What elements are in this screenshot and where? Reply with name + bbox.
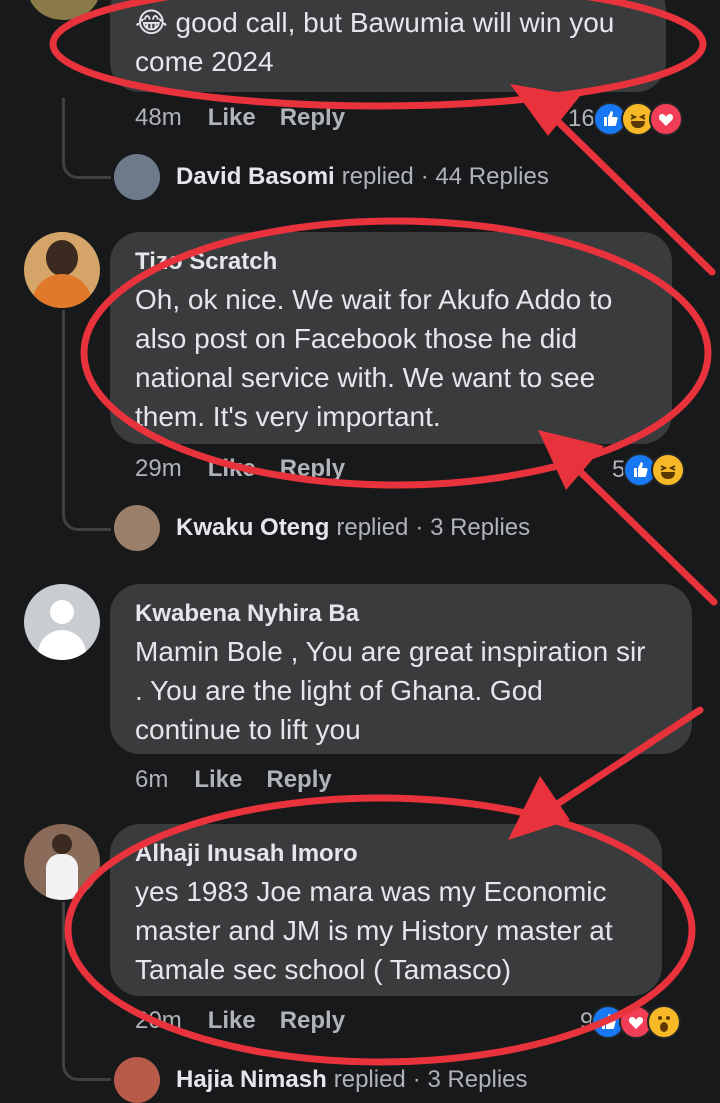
comment-meta-3: 6m Like Reply [135, 766, 356, 794]
avatar [114, 154, 160, 200]
avatar[interactable] [28, 0, 100, 20]
reaction-summary[interactable]: 16 [568, 102, 683, 136]
reply-button[interactable]: Reply [280, 104, 345, 131]
like-button[interactable]: Like [194, 766, 242, 793]
avatar[interactable] [24, 232, 100, 308]
comment-meta-2: 29m Like Reply [135, 455, 369, 483]
avatar [114, 505, 160, 551]
replier-name: Kwaku Oteng [176, 514, 330, 541]
thread-line [62, 98, 111, 179]
like-button[interactable]: Like [208, 1007, 256, 1034]
comment-author-2[interactable]: Tizo Scratch [135, 248, 277, 276]
view-replies-link[interactable]: Hajia Nimash replied · 3 Replies [114, 1057, 528, 1103]
comment-time: 20m [135, 1007, 182, 1034]
comment-time: 48m [135, 104, 182, 131]
replier-name: David Basomi [176, 163, 335, 190]
replier-name: Hajia Nimash [176, 1066, 327, 1093]
comment-text-2: Oh, ok nice. We wait for Akufo Addo to a… [135, 284, 613, 432]
comment-author-3[interactable]: Kwabena Nyhira Ba [135, 600, 359, 628]
haha-icon [651, 453, 686, 487]
view-replies-link[interactable]: David Basomi replied · 44 Replies [114, 154, 549, 200]
comment-meta-1: 48m Like Reply [135, 104, 369, 132]
replies-count: · 3 Replies [412, 1066, 528, 1093]
reply-button[interactable]: Reply [280, 1007, 345, 1034]
comment-text-1: 😂 good call, but Bawumia will win you co… [135, 7, 615, 77]
like-button[interactable]: Like [208, 455, 256, 482]
reaction-count: 16 [568, 105, 595, 132]
replied-label: replied [341, 163, 414, 190]
comment-author-4[interactable]: Alhaji Inusah Imoro [135, 840, 358, 868]
comment-text-3: Mamin Bole , You are great inspiration s… [135, 636, 646, 745]
comment-time: 6m [135, 766, 169, 793]
avatar [114, 1057, 160, 1103]
thread-line [62, 902, 111, 1081]
wow-icon [647, 1005, 682, 1039]
comment-time: 29m [135, 455, 182, 482]
avatar[interactable] [24, 824, 100, 900]
avatar[interactable] [24, 584, 100, 660]
reaction-summary[interactable]: 9 [580, 1005, 682, 1039]
like-button[interactable]: Like [208, 104, 256, 131]
view-replies-link[interactable]: Kwaku Oteng replied · 3 Replies [114, 505, 530, 551]
reply-button[interactable]: Reply [280, 455, 345, 482]
replies-count: · 3 Replies [415, 514, 531, 541]
comment-text-4: yes 1983 Joe mara was my Economic master… [135, 876, 613, 985]
replies-count: · 44 Replies [420, 163, 549, 190]
replied-label: replied [333, 1066, 406, 1093]
reaction-summary[interactable]: 5 [612, 453, 686, 487]
thread-line [62, 310, 111, 531]
love-icon [648, 102, 683, 136]
reply-button[interactable]: Reply [266, 766, 331, 793]
comment-meta-4: 20m Like Reply [135, 1007, 369, 1035]
replied-label: replied [336, 514, 409, 541]
